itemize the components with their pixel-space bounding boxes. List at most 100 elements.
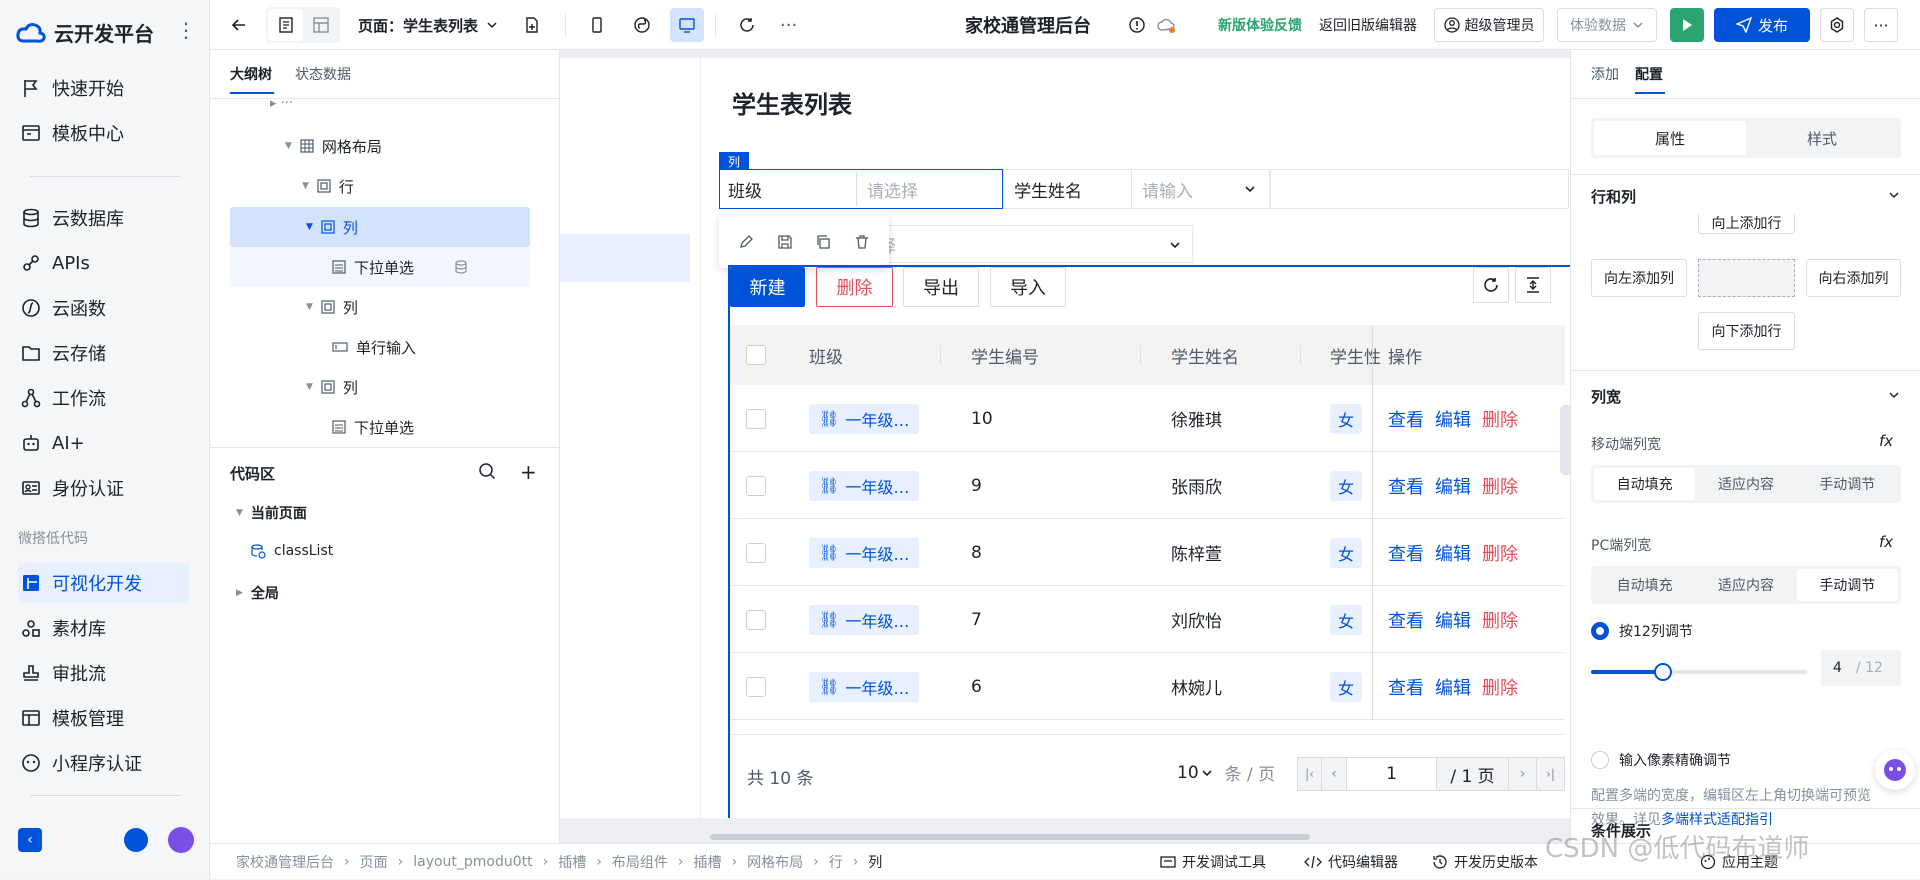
fx-icon[interactable]: fx xyxy=(1879,432,1893,450)
component-view-icon[interactable] xyxy=(303,9,338,41)
add-row-above-button[interactable]: 向上添加行 xyxy=(1698,214,1795,234)
chevron-down-icon[interactable] xyxy=(1887,188,1901,202)
breadcrumb-item[interactable]: 插槽 xyxy=(693,852,721,872)
trash-icon[interactable] xyxy=(854,234,870,250)
breadcrumb-item[interactable]: 行 xyxy=(829,852,843,872)
opt-manual[interactable]: 手动调节 xyxy=(1796,569,1898,601)
edit-link[interactable]: 编辑 xyxy=(1435,406,1471,432)
cell-class[interactable]: ⛓ 一年级… xyxy=(809,586,920,653)
breadcrumb-item[interactable]: 布局组件 xyxy=(612,852,668,872)
tab-config[interactable]: 配置 xyxy=(1635,64,1663,84)
view-link[interactable]: 查看 xyxy=(1388,607,1424,633)
breadcrumb-item[interactable]: 插槽 xyxy=(558,852,586,872)
prev-page-icon[interactable]: ‹ xyxy=(1322,757,1347,791)
nav-approval[interactable]: 审批流 xyxy=(18,653,190,693)
code-global[interactable]: ▶ 全局 xyxy=(236,583,279,603)
app-logo[interactable]: 云开发平台 xyxy=(16,18,154,47)
miniapp-icon[interactable] xyxy=(625,8,659,42)
panel-resize-handle[interactable] xyxy=(1560,405,1570,475)
edit-link[interactable]: 编辑 xyxy=(1435,674,1471,700)
tree-node-grid[interactable]: ▼ 网格布局 xyxy=(285,126,382,166)
page-size-select[interactable]: 10 条 / 页 xyxy=(1177,760,1275,786)
search-icon[interactable] xyxy=(478,462,496,480)
tab-add[interactable]: 添加 xyxy=(1591,64,1619,84)
horizontal-scrollbar[interactable] xyxy=(710,834,1310,840)
nav-template-manage[interactable]: 模板管理 xyxy=(18,698,190,738)
view-link[interactable]: 查看 xyxy=(1388,406,1424,432)
row-checkbox[interactable] xyxy=(746,586,766,653)
add-icon[interactable]: + xyxy=(520,460,537,484)
delete-link[interactable]: 删除 xyxy=(1482,473,1518,499)
page-view-icon[interactable] xyxy=(268,9,303,41)
tab-style[interactable]: 样式 xyxy=(1746,121,1898,155)
back-icon[interactable] xyxy=(222,8,256,42)
export-button[interactable]: 导出 xyxy=(903,267,979,307)
refresh-icon[interactable] xyxy=(730,8,764,42)
breadcrumb-item[interactable]: layout_pmodu0tt xyxy=(413,854,532,870)
nav-auth[interactable]: 身份认证 xyxy=(18,468,190,508)
nav-apis[interactable]: APIs xyxy=(18,243,190,283)
filter-name-input[interactable]: 请输入 xyxy=(1131,169,1267,209)
mobile-icon[interactable] xyxy=(580,8,614,42)
breadcrumb-item[interactable]: 页面 xyxy=(360,852,388,872)
fx-icon[interactable]: fx xyxy=(1879,533,1893,551)
assistant-icon[interactable] xyxy=(168,827,194,853)
nav-miniprogram[interactable]: 小程序认证 xyxy=(18,743,190,783)
edit-link[interactable]: 编辑 xyxy=(1435,540,1471,566)
nav-visual-dev[interactable]: 可视化开发 xyxy=(18,563,190,603)
nav-workflow[interactable]: 工作流 xyxy=(18,378,190,418)
add-col-left-button[interactable]: 向左添加列 xyxy=(1591,259,1687,297)
tree-node-col[interactable]: ▼ 列 xyxy=(306,287,358,327)
history-button[interactable]: 开发历史版本 xyxy=(1432,844,1538,880)
code-current-page[interactable]: ▼ 当前页面 xyxy=(236,503,307,523)
nav-template-center[interactable]: 模板中心 xyxy=(18,113,190,153)
tab-state-data[interactable]: 状态数据 xyxy=(295,64,351,84)
nav-cloud-storage[interactable]: 云存储 xyxy=(18,333,190,373)
user-avatar-icon[interactable] xyxy=(124,828,148,852)
page-input[interactable]: 1 xyxy=(1347,757,1437,791)
breadcrumb-item[interactable]: 网格布局 xyxy=(747,852,803,872)
breadcrumb-item[interactable]: 列 xyxy=(868,852,882,872)
nav-assets[interactable]: 素材库 xyxy=(18,608,190,648)
new-button[interactable]: 新建 xyxy=(730,267,805,307)
delete-link[interactable]: 删除 xyxy=(1482,607,1518,633)
user-button[interactable]: 超级管理员 xyxy=(1434,8,1544,42)
delete-link[interactable]: 删除 xyxy=(1482,674,1518,700)
feedback-link[interactable]: 新版体验反馈 xyxy=(1218,0,1302,50)
run-button[interactable] xyxy=(1670,8,1704,42)
edit-link[interactable]: 编辑 xyxy=(1435,473,1471,499)
table-density-icon[interactable] xyxy=(1515,267,1551,303)
nav-ai[interactable]: AI+ xyxy=(18,423,190,463)
save-icon[interactable] xyxy=(777,234,793,250)
import-button[interactable]: 导入 xyxy=(990,267,1066,307)
code-editor-button[interactable]: 代码编辑器 xyxy=(1304,844,1398,880)
radio-12-cols[interactable]: 按12列调节 xyxy=(1591,621,1693,641)
tab-properties[interactable]: 属性 xyxy=(1594,121,1746,155)
cell-class[interactable]: ⛓ 一年级… xyxy=(809,653,920,720)
tree-node-select[interactable]: 下拉单选 xyxy=(332,407,414,447)
more-icon[interactable]: ··· xyxy=(780,0,797,50)
page-selector[interactable]: 页面：学生表列表 xyxy=(358,0,498,50)
info-icon[interactable] xyxy=(1120,8,1154,42)
cell-class[interactable]: ⛓ 一年级… xyxy=(809,385,920,452)
view-link[interactable]: 查看 xyxy=(1388,473,1424,499)
add-col-right-button[interactable]: 向右添加列 xyxy=(1806,259,1901,297)
first-page-icon[interactable]: |‹ xyxy=(1297,757,1322,791)
opt-auto-fill[interactable]: 自动填充 xyxy=(1594,569,1695,601)
delete-link[interactable]: 删除 xyxy=(1482,406,1518,432)
table-component[interactable]: 新建 删除 导出 导入 班级 学生编号 学生姓名 学生性 操作 ⛓ 一年级… 1… xyxy=(728,265,1570,818)
row-checkbox[interactable] xyxy=(746,385,766,452)
table-refresh-icon[interactable] xyxy=(1473,267,1509,303)
desktop-icon[interactable] xyxy=(670,8,704,42)
copy-icon[interactable] xyxy=(815,234,831,250)
tab-outline[interactable]: 大纲树 xyxy=(230,64,272,84)
tree-node-row[interactable]: ▼ 行 xyxy=(302,166,354,206)
data-select[interactable]: 体验数据 xyxy=(1557,8,1657,42)
cell-class[interactable]: ⛓ 一年级… xyxy=(809,452,920,519)
collapse-icon[interactable]: ‹ xyxy=(18,828,42,852)
more-menu-icon[interactable]: ··· xyxy=(1864,8,1898,42)
view-link[interactable]: 查看 xyxy=(1388,540,1424,566)
delete-link[interactable]: 删除 xyxy=(1482,540,1518,566)
radio-pixel[interactable]: 输入像素精确调节 xyxy=(1591,750,1731,770)
opt-manual[interactable]: 手动调节 xyxy=(1797,468,1898,500)
